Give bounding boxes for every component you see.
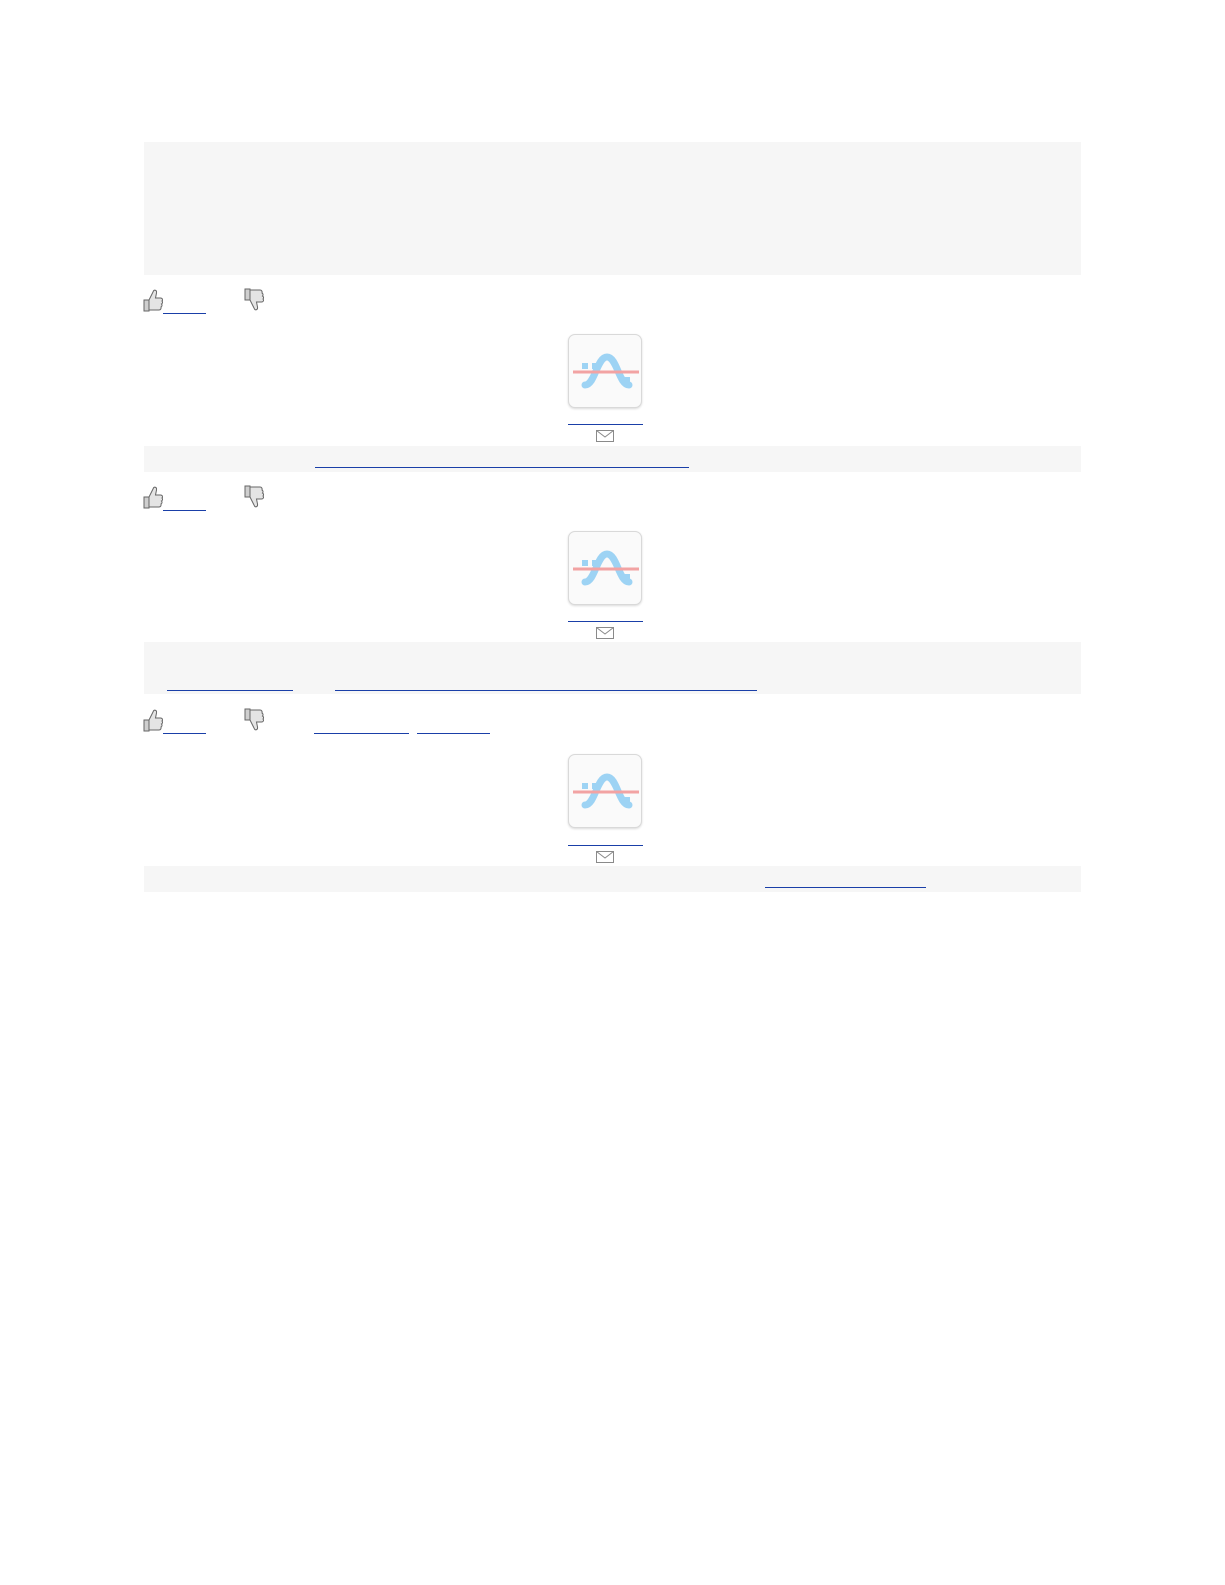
- wave-chart-avatar-icon: [573, 550, 639, 586]
- post-content-block-3: [144, 642, 1081, 694]
- wave-chart-avatar-icon: [573, 773, 639, 809]
- user-avatar[interactable]: [568, 754, 642, 828]
- thumbs-up-icon[interactable]: [142, 484, 164, 510]
- post-content-block-4: [144, 866, 1081, 892]
- envelope-icon[interactable]: [596, 851, 614, 863]
- post-content-block-1: [144, 142, 1081, 275]
- wave-chart-avatar-icon: [573, 353, 639, 389]
- envelope-icon[interactable]: [596, 430, 614, 442]
- thumbs-up-icon[interactable]: [142, 287, 164, 313]
- user-avatar[interactable]: [568, 334, 642, 408]
- user-avatar[interactable]: [568, 531, 642, 605]
- envelope-icon[interactable]: [596, 627, 614, 639]
- thumbs-down-icon[interactable]: [243, 707, 265, 733]
- post-content-block-2: [144, 446, 1081, 472]
- thumbs-down-icon[interactable]: [243, 287, 265, 313]
- thumbs-up-icon[interactable]: [142, 707, 164, 733]
- thumbs-down-icon[interactable]: [243, 484, 265, 510]
